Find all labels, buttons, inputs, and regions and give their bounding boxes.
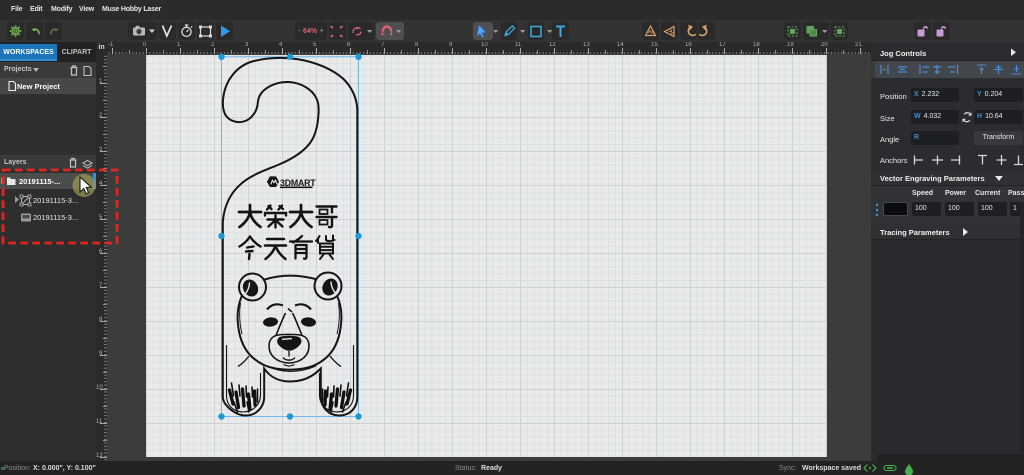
- svg-text:3DMART: 3DMART: [280, 178, 316, 188]
